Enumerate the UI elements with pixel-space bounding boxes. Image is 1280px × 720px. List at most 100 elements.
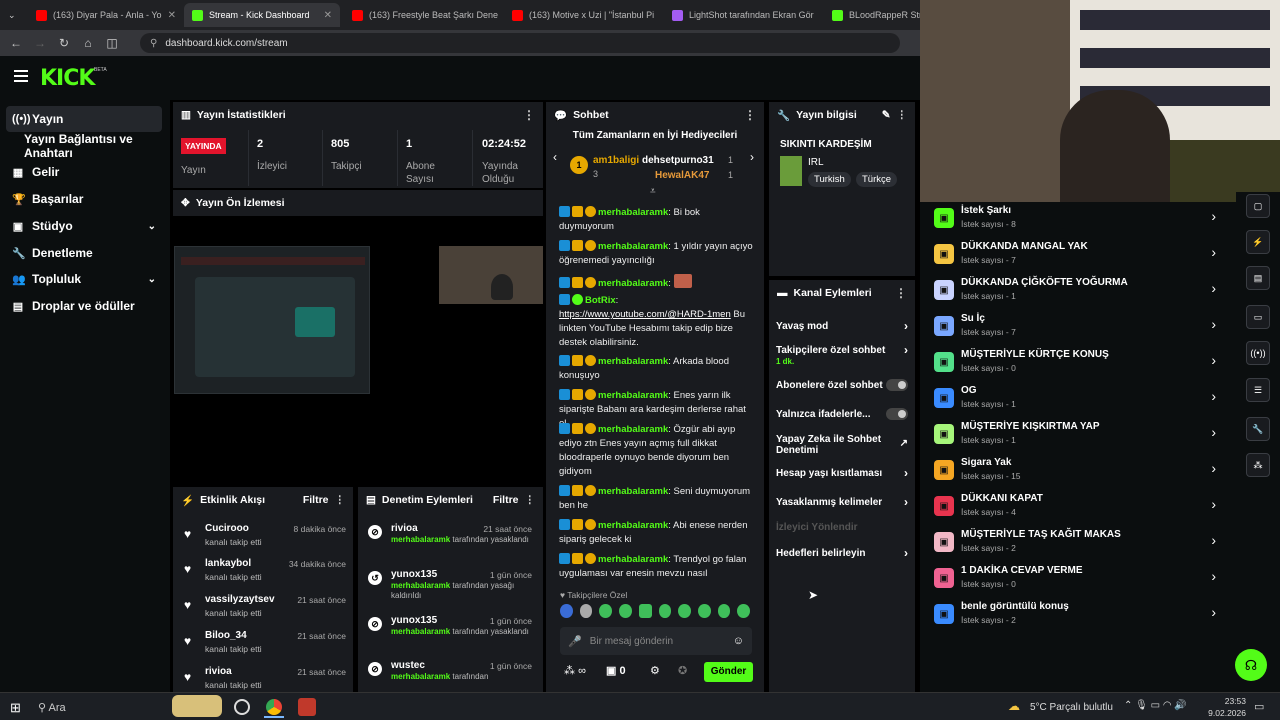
emoji-icon[interactable]: ☺ (733, 635, 744, 647)
goals-setting[interactable]: Hedefleri belirleyin › (776, 547, 908, 559)
reload-icon[interactable]: ↻ (52, 36, 76, 50)
reward-item[interactable]: ▣ Su İç İstek sayısı - 7 › (934, 312, 1224, 346)
moderator-name[interactable]: merhabalaramk (391, 672, 450, 681)
chat-username[interactable]: merhabalaramk (598, 424, 668, 435)
sidebar-item-gelir[interactable]: ▦ Gelir (6, 159, 162, 185)
split-view-icon[interactable]: ◫ (100, 36, 124, 50)
chat-username[interactable]: merhabalaramk (598, 207, 668, 218)
gifter-name[interactable]: HewalAK47 (655, 170, 709, 181)
emote-icon[interactable] (560, 604, 573, 618)
reward-item[interactable]: ▣ Sigara Yak İstek sayısı - 15 › (934, 456, 1224, 490)
sidebar-item-denetleme[interactable]: 🔧 Denetleme (6, 240, 162, 266)
sidebar-item-topluluk[interactable]: 👥 Topluluk ⌄ (6, 266, 162, 292)
notifications-icon[interactable]: ▭ (1254, 700, 1264, 713)
chat-username[interactable]: merhabalaramk (598, 241, 668, 252)
people-icon[interactable]: ⁂ ∞ (564, 664, 586, 677)
broadcast-icon[interactable]: ((•)) (1246, 341, 1270, 365)
more-icon[interactable]: ⋮ (744, 108, 756, 122)
user-name[interactable]: Cucirooo (205, 523, 249, 534)
chevron-right-icon[interactable]: › (750, 150, 754, 164)
search-highlight-image[interactable] (172, 695, 222, 717)
slow-mode-setting[interactable]: Yavaş mod › (776, 320, 908, 332)
emote-icon[interactable] (658, 604, 672, 618)
reward-item[interactable]: ▣ DÜKKANDA ÇİĞKÖFTE YOĞURMA İstek sayısı -… (934, 276, 1224, 310)
clock-date[interactable]: 9.02.2026 (1196, 708, 1246, 718)
more-icon[interactable]: ⋮ (897, 109, 908, 121)
emote-icon[interactable] (737, 604, 751, 618)
moderator-name[interactable]: merhabalaramk (391, 627, 450, 636)
emote-icon[interactable] (717, 604, 731, 618)
chat-username[interactable]: merhabalaramk (598, 554, 668, 565)
wrench-icon[interactable]: 🔧 (1246, 417, 1270, 441)
url-input[interactable]: ⚲ dashboard.kick.com/stream (140, 33, 900, 53)
sidebar-item-studyo[interactable]: ▣ Stüdyo ⌄ (6, 213, 162, 239)
emote-icon[interactable] (678, 604, 691, 618)
home-icon[interactable]: ⌂ (76, 36, 100, 50)
back-icon[interactable]: ← (4, 36, 28, 50)
menu-icon[interactable] (14, 70, 28, 82)
user-name[interactable]: rivioa (205, 666, 232, 677)
user-name[interactable]: lankaybol (205, 558, 251, 569)
chat-username[interactable]: merhabalaramk (598, 356, 668, 367)
chat-username[interactable]: BotRix (585, 295, 616, 306)
reward-item[interactable]: ▣ OG İstek sayısı - 1 › (934, 384, 1224, 418)
windows-start-icon[interactable]: ⊞ (10, 700, 21, 716)
sidebar-item-yayin[interactable]: ((•)) Yayın (6, 106, 162, 132)
reward-item[interactable]: ▣ İstek Şarkı İstek sayısı - 8 › (934, 204, 1224, 238)
gifter-name[interactable]: dehsetpurno31 (642, 155, 714, 166)
reward-item[interactable]: ▣ benle görüntülü konuş İstek sayısı - 2 › (934, 600, 1224, 634)
microphone-icon[interactable]: 🎤 (568, 635, 582, 648)
site-info-icon[interactable]: ⚲ (150, 38, 157, 49)
list-icon[interactable]: ☰ (1246, 378, 1270, 402)
more-icon[interactable]: ⋮ (525, 494, 536, 506)
community-icon[interactable]: ⁂ (1246, 453, 1270, 477)
bolt-icon[interactable]: ⚡ (1246, 230, 1270, 254)
reward-item[interactable]: ▣ MÜŞTERİYLE TAŞ KAĞIT MAKAS İstek sayısı … (934, 528, 1224, 562)
obs-icon[interactable] (234, 699, 250, 715)
tab-list-button[interactable]: ⌄ (0, 3, 24, 27)
emote-icon[interactable] (579, 604, 593, 618)
close-icon[interactable]: ✕ (168, 10, 176, 21)
sidebar-item-stream-key[interactable]: Yayın Bağlantısı ve Anahtarı (6, 132, 162, 160)
user-name[interactable]: yunox135 (391, 615, 437, 626)
emote-icon[interactable] (619, 604, 632, 618)
emote-icon[interactable] (638, 604, 652, 618)
tag-chip[interactable]: Türkçe (856, 172, 898, 187)
collapse-icon[interactable]: ⩡ (650, 186, 656, 197)
tab-3[interactable]: (163) Motive x Uzi | "İstanbul Pi✕ (504, 3, 660, 27)
reward-item[interactable]: ▣ MÜŞTERİYE KIŞKIRTMA YAP İstek sayısı - 1… (934, 420, 1224, 454)
moderator-name[interactable]: merhabalaramk (391, 581, 450, 590)
search-box[interactable]: ⚲ Ara (38, 701, 66, 714)
more-icon[interactable]: ⋮ (523, 108, 535, 122)
app-icon[interactable] (298, 698, 316, 716)
sidebar-item-basarilar[interactable]: 🏆 Başarılar (6, 186, 162, 212)
chevron-left-icon[interactable]: ‹ (553, 150, 557, 164)
tab-2[interactable]: (163) Freestyle Beat Şarkı Dene✕ (344, 3, 500, 27)
filter-button[interactable]: Filtre (493, 494, 519, 506)
reward-item[interactable]: ▣ DÜKKANI KAPAT İstek sayısı - 4 › (934, 492, 1224, 526)
tab-4[interactable]: LightShot tarafından Ekran Gör✕ (664, 3, 820, 27)
user-name[interactable]: wustec (391, 660, 425, 671)
preview-webcam[interactable] (439, 246, 543, 304)
tray-icons[interactable]: ⌃ 🎙 ▭ ◠ 🔊 (1124, 700, 1187, 711)
document-icon[interactable]: ▤ (1246, 266, 1270, 290)
settings-badge-icon[interactable]: ✪ (678, 664, 687, 677)
ai-moderation-setting[interactable]: Yapay Zeka ile Sohbet Denetimi ↗ (776, 434, 908, 456)
user-name[interactable]: vassilyzaytsev (205, 594, 275, 605)
category-name[interactable]: IRL (808, 157, 824, 168)
user-name[interactable]: yunox135 (391, 569, 437, 580)
clock-time[interactable]: 23:53 (1206, 696, 1246, 706)
reward-item[interactable]: ▣ DÜKKANDA MANGAL YAK İstek sayısı - 7 › (934, 240, 1224, 274)
close-icon[interactable]: ✕ (324, 10, 332, 21)
edit-icon[interactable]: ✎ (882, 109, 891, 121)
user-name[interactable]: rivioa (391, 523, 418, 534)
kick-logo[interactable]: KICK (40, 66, 95, 91)
chat-input[interactable]: 🎤 Bir mesaj gönderin ☺ (560, 627, 752, 655)
tab-1[interactable]: Stream - Kick Dashboard ✕ (184, 3, 340, 27)
chat-icon[interactable]: ▭ (1246, 305, 1270, 329)
emotes-only-toggle[interactable] (886, 408, 908, 420)
category-thumbnail[interactable] (780, 156, 802, 186)
more-icon[interactable]: ⋮ (335, 494, 346, 506)
subs-only-toggle[interactable] (886, 379, 908, 391)
chat-username[interactable]: merhabalaramk (598, 520, 668, 531)
